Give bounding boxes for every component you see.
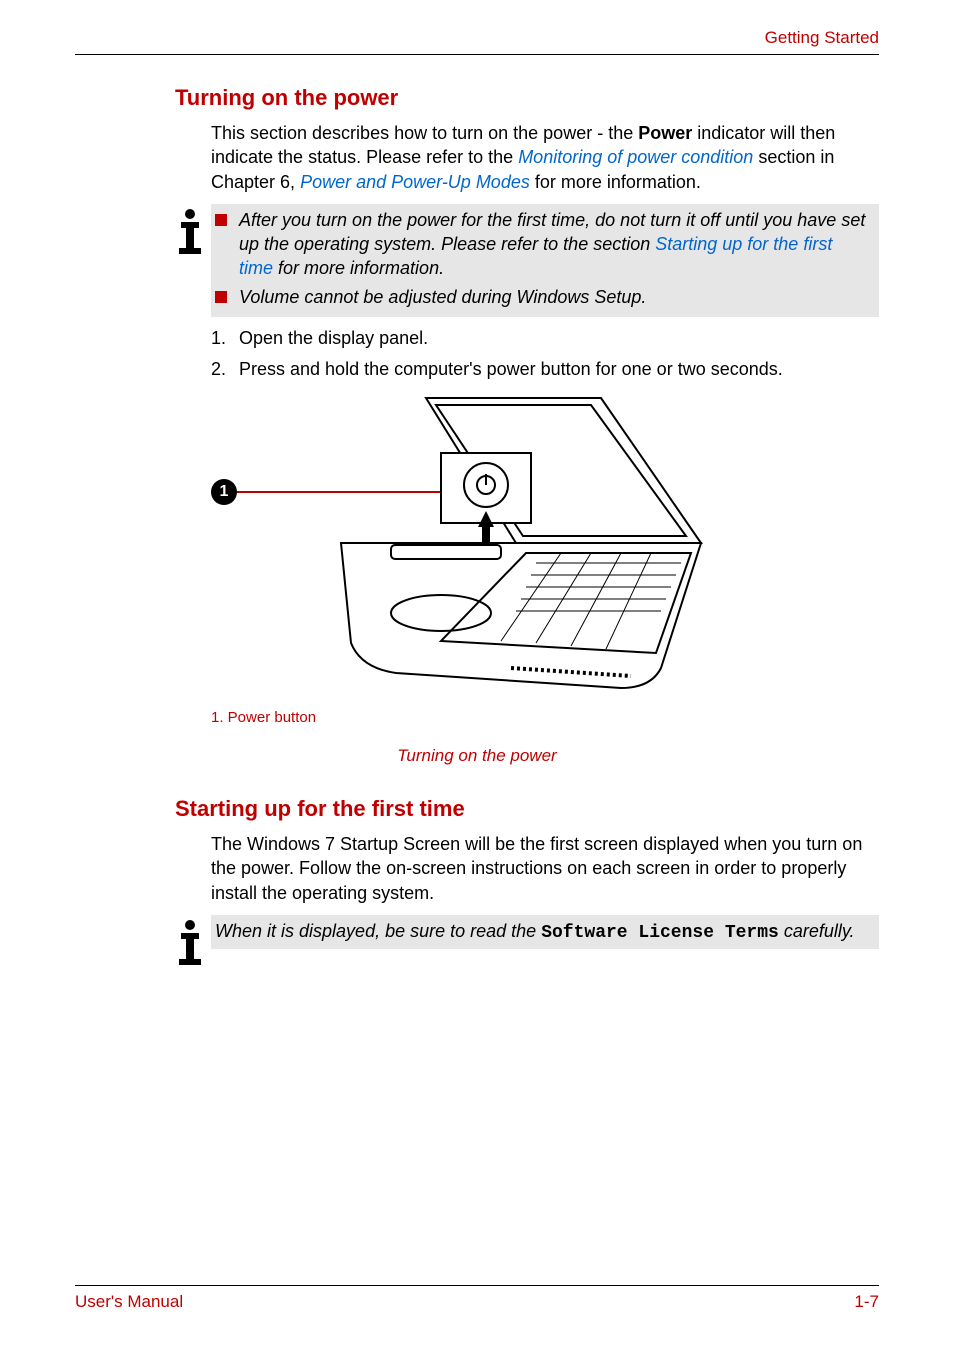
step-number: 2. xyxy=(211,356,239,383)
step-2: 2. Press and hold the computer's power b… xyxy=(211,356,879,383)
note-text: for more information. xyxy=(273,258,444,278)
startup-paragraph: The Windows 7 Startup Screen will be the… xyxy=(211,832,879,905)
page-footer: User's Manual 1-7 xyxy=(75,1285,879,1312)
software-license-terms: Software License Terms xyxy=(541,923,779,943)
heading-starting-first-time: Starting up for the first time xyxy=(175,796,879,822)
page-number: 1-7 xyxy=(854,1292,879,1312)
link-monitoring-power[interactable]: Monitoring of power condition xyxy=(518,147,753,167)
note-bullet-2: Volume cannot be adjusted during Windows… xyxy=(215,285,871,309)
callout-badge: 1 xyxy=(211,479,237,505)
step-1: 1. Open the display panel. xyxy=(211,325,879,352)
info-icon xyxy=(173,919,207,972)
figure-caption: Turning on the power xyxy=(75,746,879,766)
step-number: 1. xyxy=(211,325,239,352)
step-text: Press and hold the computer's power butt… xyxy=(239,356,783,383)
intro-paragraph: This section describes how to turn on th… xyxy=(211,121,879,194)
note-content: After you turn on the power for the firs… xyxy=(211,204,879,317)
laptop-illustration xyxy=(301,393,721,698)
note-text: Volume cannot be adjusted during Windows… xyxy=(239,285,871,309)
header-rule xyxy=(75,54,879,55)
footer-rule xyxy=(75,1285,879,1286)
power-bold: Power xyxy=(638,123,692,143)
figure-legend: 1. Power button xyxy=(211,709,879,726)
note-bullet-1: After you turn on the power for the firs… xyxy=(215,208,871,281)
text: for more information. xyxy=(530,172,701,192)
heading-turning-on-power: Turning on the power xyxy=(175,85,879,111)
info-icon xyxy=(173,208,207,261)
steps-list: 1. Open the display panel. 2. Press and … xyxy=(211,325,879,383)
running-header: Getting Started xyxy=(75,28,879,48)
figure-power-button: 1 xyxy=(211,393,879,703)
info-note-block: After you turn on the power for the firs… xyxy=(173,204,879,317)
bullet-icon xyxy=(215,291,227,303)
info-note-block-2: When it is displayed, be sure to read th… xyxy=(173,915,879,972)
text: This section describes how to turn on th… xyxy=(211,123,638,143)
step-text: Open the display panel. xyxy=(239,325,428,352)
footer-left: User's Manual xyxy=(75,1292,183,1312)
bullet-icon xyxy=(215,214,227,226)
note-text: carefully. xyxy=(779,921,855,941)
note-content: When it is displayed, be sure to read th… xyxy=(211,915,879,949)
link-power-modes[interactable]: Power and Power-Up Modes xyxy=(300,172,530,192)
note-text: When it is displayed, be sure to read th… xyxy=(215,921,541,941)
